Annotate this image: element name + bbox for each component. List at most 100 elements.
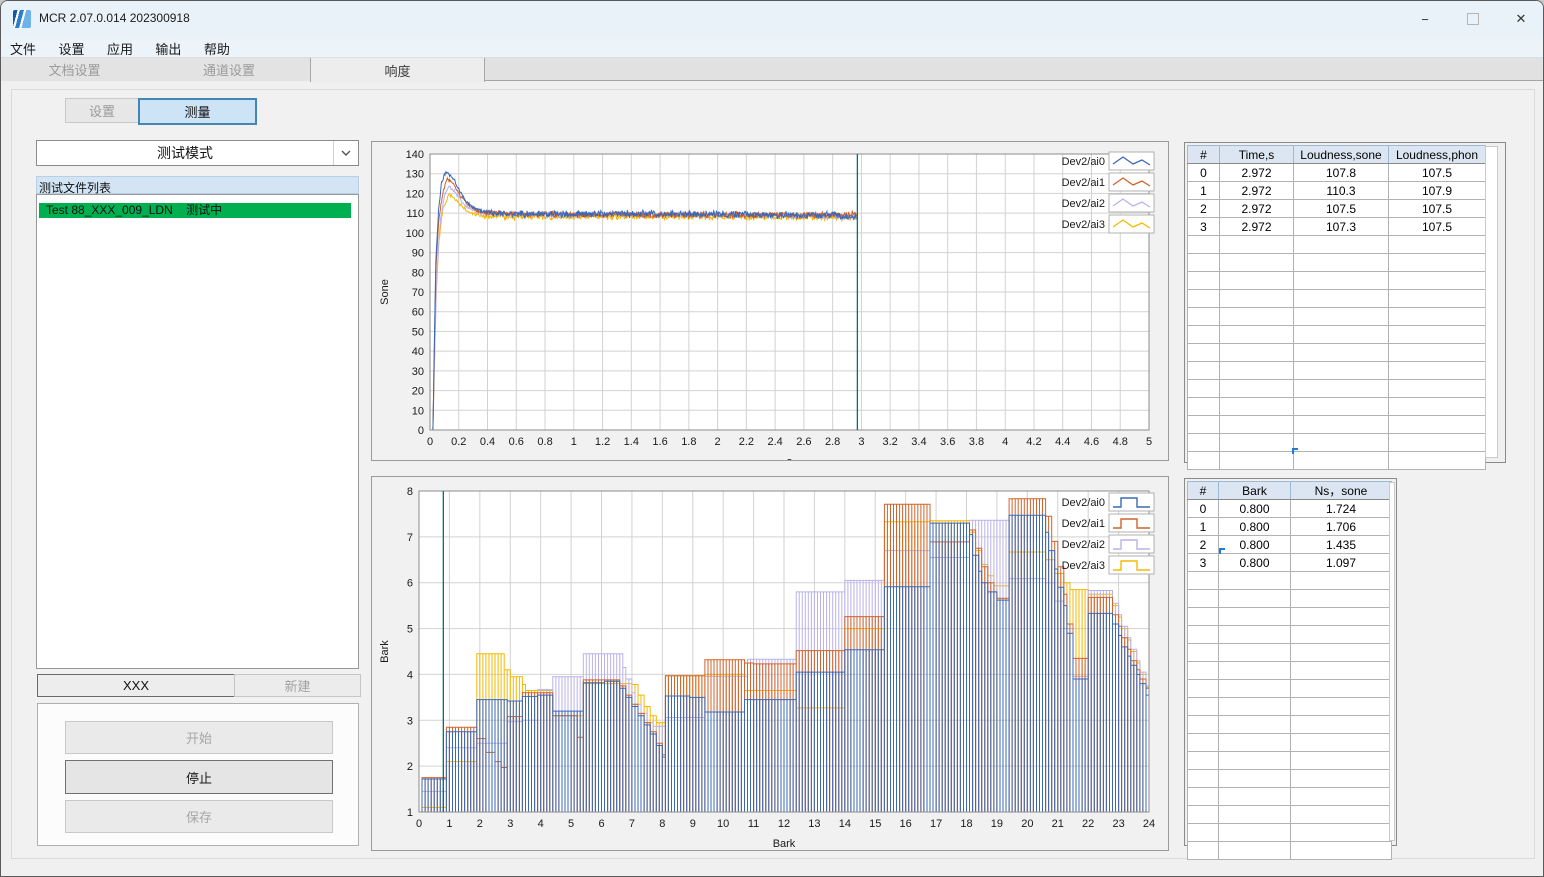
bark-table-cell-1-0[interactable]: 1 bbox=[1187, 517, 1219, 536]
bark-spectrum-chart-panel: 0 1 2 3 4 5 6 7 8 9 10 11 12 13 14 15 16 17 18 19 20 21 22 23 24… bbox=[371, 476, 1169, 851]
svg-text:16: 16 bbox=[900, 818, 912, 830]
list-item-test-file[interactable]: Test 88_XXX_009_LDN 测试中 bbox=[39, 203, 351, 218]
loudness-table-empty-row bbox=[1187, 397, 1486, 416]
loudness-table-empty-cell bbox=[1293, 361, 1389, 380]
close-button[interactable]: ✕ bbox=[1497, 1, 1543, 37]
loudness-table-cell-0-3[interactable]: 107.5 bbox=[1388, 163, 1486, 182]
loudness-table-empty-cell bbox=[1293, 289, 1389, 308]
loudness-table-cell-1-1[interactable]: 2.972 bbox=[1219, 181, 1294, 200]
bark-table-cell-0-1[interactable]: 0.800 bbox=[1218, 499, 1291, 518]
loudness-table-cell-3-1[interactable]: 2.972 bbox=[1219, 217, 1294, 236]
new-button[interactable]: 新建 bbox=[234, 674, 361, 697]
loudness-table-row-1[interactable]: 1 2.972 110.3 107.9 bbox=[1187, 181, 1486, 200]
tab-loudness[interactable]: 响度 bbox=[310, 58, 485, 82]
loudness-table-empty-cell bbox=[1187, 307, 1220, 326]
subtab-measure[interactable]: 测量 bbox=[138, 98, 257, 125]
loudness-table-cell-0-0[interactable]: 0 bbox=[1187, 163, 1220, 182]
bark-table-cell-3-0[interactable]: 3 bbox=[1187, 553, 1219, 572]
bark-table-empty-cell bbox=[1187, 661, 1219, 680]
svg-text:1.4: 1.4 bbox=[624, 436, 639, 448]
loudness-table-header-2[interactable]: Loudness,sone bbox=[1293, 145, 1389, 164]
minimize-button[interactable]: − bbox=[1401, 1, 1449, 37]
bark-table-empty-cell bbox=[1218, 715, 1291, 734]
legend-label-Dev2-ai2: Dev2/ai2 bbox=[1062, 539, 1105, 551]
menu-item-help[interactable]: 帮助 bbox=[195, 37, 239, 58]
maximize-button[interactable] bbox=[1449, 1, 1497, 37]
loudness-table-cell-3-0[interactable]: 3 bbox=[1187, 217, 1220, 236]
bark-table-empty-cell bbox=[1290, 625, 1392, 644]
loudness-table-empty-row bbox=[1187, 325, 1486, 344]
legend-swatch-Dev2-ai2[interactable] bbox=[1108, 193, 1155, 213]
menu-item-apply[interactable]: 应用 bbox=[98, 37, 142, 58]
loudness-table-row-3[interactable]: 3 2.972 107.3 107.5 bbox=[1187, 217, 1486, 236]
loudness-table-cell-2-1[interactable]: 2.972 bbox=[1219, 199, 1294, 218]
bark-table-cell-0-2[interactable]: 1.724 bbox=[1290, 499, 1392, 518]
loudness-table-cell-2-2[interactable]: 107.5 bbox=[1293, 199, 1389, 218]
loudness-table-empty-cell bbox=[1219, 379, 1294, 398]
bark-table-cell-0-0[interactable]: 0 bbox=[1187, 499, 1219, 518]
svg-text:1.2: 1.2 bbox=[595, 436, 610, 448]
loudness-table-row-2[interactable]: 2 2.972 107.5 107.5 bbox=[1187, 199, 1486, 218]
bark-table-header-2[interactable]: Ns，sone bbox=[1290, 481, 1392, 500]
start-button[interactable]: 开始 bbox=[65, 721, 333, 754]
bark-table-header-1[interactable]: Bark bbox=[1218, 481, 1291, 500]
svg-text:24: 24 bbox=[1143, 818, 1155, 830]
bark-table-gutter bbox=[1389, 482, 1395, 841]
svg-text:8: 8 bbox=[407, 486, 413, 498]
loudness-table-row-0[interactable]: 0 2.972 107.8 107.5 bbox=[1187, 163, 1486, 182]
legend-swatch-Dev2-ai2[interactable] bbox=[1108, 534, 1155, 554]
bark-table-cell-2-1[interactable]: 0.800 bbox=[1218, 535, 1291, 554]
loudness-table-cell-2-0[interactable]: 2 bbox=[1187, 199, 1220, 218]
bark-table-empty-cell bbox=[1187, 697, 1219, 716]
menu-item-file[interactable]: 文件 bbox=[1, 37, 45, 58]
legend-swatch-Dev2-ai3[interactable] bbox=[1108, 555, 1155, 575]
bark-table-cell-2-0[interactable]: 2 bbox=[1187, 535, 1219, 554]
legend-swatch-Dev2-ai1[interactable] bbox=[1108, 172, 1155, 192]
bark-table-row-0[interactable]: 0 0.800 1.724 bbox=[1187, 499, 1392, 518]
loudness-time-chart-panel: 0 0.2 0.4 0.6 0.8 1 1.2 1.4 1.6 1.8 2 2.2 2.4 2.6 2.8 3… bbox=[371, 141, 1169, 468]
loudness-table-empty-cell bbox=[1388, 451, 1486, 470]
loudness-table-cell-2-3[interactable]: 107.5 bbox=[1388, 199, 1486, 218]
loudness-table-cell-0-1[interactable]: 2.972 bbox=[1219, 163, 1294, 182]
legend-label-Dev2-ai0: Dev2/ai0 bbox=[1062, 497, 1105, 509]
bark-table-header-0[interactable]: # bbox=[1187, 481, 1219, 500]
xxx-button[interactable]: XXX bbox=[37, 674, 235, 697]
loudness-table-empty-row bbox=[1187, 253, 1486, 272]
menu-item-settings[interactable]: 设置 bbox=[49, 37, 93, 58]
loudness-table-cell-1-0[interactable]: 1 bbox=[1187, 181, 1220, 200]
bark-table-empty-row bbox=[1187, 805, 1392, 824]
test-mode-dropdown[interactable]: 测试模式 bbox=[36, 140, 359, 166]
bark-table-cell-2-2[interactable]: 1.435 bbox=[1290, 535, 1392, 554]
bark-table-row-1[interactable]: 1 0.800 1.706 bbox=[1187, 517, 1392, 536]
legend-swatch-Dev2-ai1[interactable] bbox=[1108, 513, 1155, 533]
tab-document-settings[interactable]: 文档设置 bbox=[1, 58, 149, 81]
tab-channel-settings[interactable]: 通道设置 bbox=[148, 58, 311, 81]
loudness-table-header-0[interactable]: # bbox=[1187, 145, 1220, 164]
loudness-table: # Time,s Loudness,sone Loudness,phon 0 2.972 1… bbox=[1187, 145, 1486, 470]
loudness-table-cell-1-3[interactable]: 107.9 bbox=[1388, 181, 1486, 200]
loudness-table-cell-3-3[interactable]: 107.5 bbox=[1388, 217, 1486, 236]
loudness-table-empty-cell bbox=[1293, 271, 1389, 290]
loudness-table-header-3[interactable]: Loudness,phon bbox=[1388, 145, 1486, 164]
stop-button[interactable]: 停止 bbox=[65, 760, 333, 794]
subtab-settings[interactable]: 设置 bbox=[65, 98, 139, 123]
bark-table-empty-row bbox=[1187, 733, 1392, 752]
legend-swatch-Dev2-ai3[interactable] bbox=[1108, 214, 1155, 234]
bark-table-cell-1-1[interactable]: 0.800 bbox=[1218, 517, 1291, 536]
menu-item-output[interactable]: 输出 bbox=[146, 37, 190, 58]
loudness-table-cell-1-2[interactable]: 110.3 bbox=[1293, 181, 1389, 200]
bark-table-cell-1-2[interactable]: 1.706 bbox=[1290, 517, 1392, 536]
bark-table-cell-3-2[interactable]: 1.097 bbox=[1290, 553, 1392, 572]
loudness-table-empty-cell bbox=[1388, 361, 1486, 380]
save-button[interactable]: 保存 bbox=[65, 800, 333, 833]
svg-text:10: 10 bbox=[717, 818, 729, 830]
legend-swatch-Dev2-ai0[interactable] bbox=[1108, 492, 1155, 512]
chevron-down-icon[interactable] bbox=[333, 141, 358, 165]
test-file-listbox[interactable]: Test 88_XXX_009_LDN 测试中 bbox=[36, 194, 359, 669]
loudness-table-cell-3-2[interactable]: 107.3 bbox=[1293, 217, 1389, 236]
loudness-table-cell-0-2[interactable]: 107.8 bbox=[1293, 163, 1389, 182]
loudness-table-header-1[interactable]: Time,s bbox=[1219, 145, 1294, 164]
bark-table-row-3[interactable]: 3 0.800 1.097 bbox=[1187, 553, 1392, 572]
legend-swatch-Dev2-ai0[interactable] bbox=[1108, 151, 1155, 171]
bark-table-cell-3-1[interactable]: 0.800 bbox=[1218, 553, 1291, 572]
